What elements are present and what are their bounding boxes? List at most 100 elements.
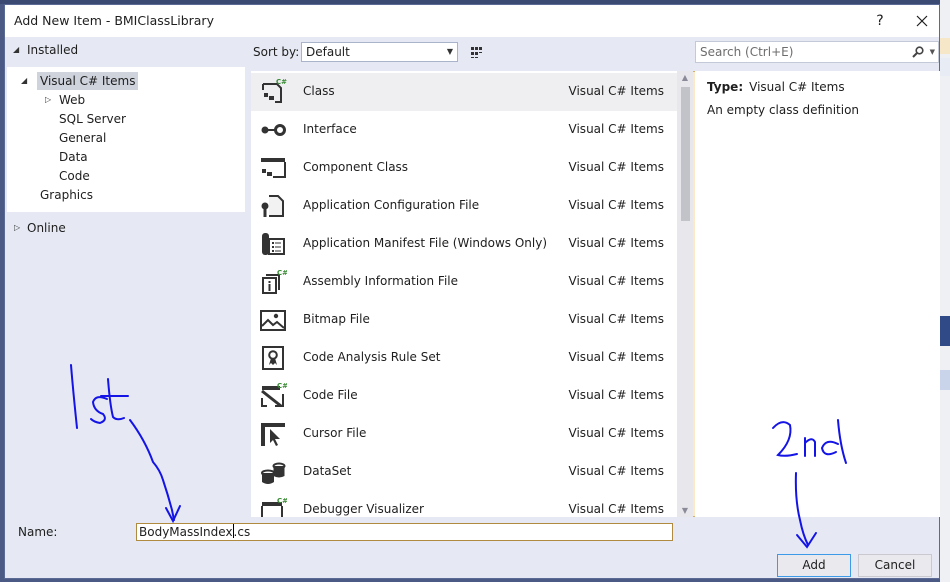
template-category: Visual C# Items	[568, 426, 664, 440]
tree-node-label: Data	[59, 150, 88, 164]
tree-node-label: Graphics	[40, 188, 93, 202]
template-category-tree: ◢ Installed ◢ Visual C# Items ▷ Web SQL …	[5, 37, 245, 511]
small-icons-view-button[interactable]	[466, 42, 487, 63]
template-row[interactable]: DataSet Visual C# Items	[251, 453, 677, 491]
expanded-triangle-icon: ◢	[13, 45, 20, 54]
tree-node-label: Web	[59, 93, 86, 107]
template-name: Interface	[303, 122, 357, 136]
sort-by-dropdown[interactable]: Default ▼	[301, 42, 458, 62]
template-name: Application Configuration File	[303, 198, 480, 212]
search-input[interactable]: Search (Ctrl+E) ▼	[695, 41, 939, 63]
template-category: Visual C# Items	[568, 464, 664, 478]
rule-set-icon	[259, 344, 287, 372]
tree-node-label: SQL Server	[59, 112, 126, 126]
template-details-pane: Type: Visual C# Items An empty class defi…	[695, 71, 940, 517]
template-row[interactable]: C# Assembly Information File Visual C# Ite…	[251, 263, 677, 301]
search-icon[interactable]	[912, 42, 924, 65]
close-button[interactable]	[909, 9, 935, 33]
template-category: Visual C# Items	[568, 388, 664, 402]
template-category: Visual C# Items	[568, 274, 664, 288]
template-category: Visual C# Items	[568, 312, 664, 326]
template-category: Visual C# Items	[568, 350, 664, 364]
template-name: Component Class	[303, 160, 409, 174]
tree-node-visual-csharp-items[interactable]: Visual C# Items	[37, 72, 139, 90]
scroll-up-icon[interactable]: ▲	[677, 73, 693, 82]
bitmap-icon	[259, 306, 287, 334]
template-category: Visual C# Items	[568, 236, 664, 250]
template-row[interactable]: C# Class Visual C# Items	[251, 73, 677, 111]
template-description: An empty class definition	[707, 103, 860, 117]
tree-installed-children: ◢ Visual C# Items ▷ Web SQL Server Gener…	[7, 67, 245, 212]
template-row[interactable]: Application Manifest File (Windows Only)…	[251, 225, 677, 263]
name-input[interactable]: BodyMassIndex.cs	[136, 523, 673, 541]
template-category: Visual C# Items	[568, 160, 664, 174]
cursor-file-icon	[259, 420, 287, 448]
tree-node-label: Code	[59, 169, 90, 183]
template-name: Debugger Visualizer	[303, 502, 424, 516]
type-label: Type:	[707, 80, 744, 94]
template-category: Visual C# Items	[568, 122, 664, 136]
template-name: Application Manifest File (Windows Only)	[303, 236, 548, 250]
scrollbar-thumb[interactable]	[681, 87, 690, 221]
code-file-icon: C#	[259, 382, 288, 410]
template-row[interactable]: C# Debugger Visualizer Visual C# Items	[251, 491, 677, 517]
template-category: Visual C# Items	[568, 502, 664, 516]
dataset-icon	[259, 458, 287, 486]
template-row[interactable]: Component Class Visual C# Items	[251, 149, 677, 187]
template-name: Cursor File	[303, 426, 367, 440]
template-name: Bitmap File	[303, 312, 370, 326]
dialog-title: Add New Item - BMIClassLibrary	[14, 13, 214, 28]
search-placeholder: Search (Ctrl+E)	[700, 45, 794, 59]
template-name: Class	[303, 84, 335, 98]
template-name: Code File	[303, 388, 358, 402]
template-list: C# Class Visual C# Items Interface Visual C#…	[251, 71, 693, 517]
debugger-visualizer-icon: C#	[259, 496, 288, 517]
collapsed-triangle-icon[interactable]: ▷	[45, 95, 51, 104]
template-row[interactable]: Application Configuration File Visual C# …	[251, 187, 677, 225]
tree-node-sql-server[interactable]: SQL Server	[56, 110, 129, 128]
template-row[interactable]: Code Analysis Rule Set Visual C# Items	[251, 339, 677, 377]
cancel-button[interactable]: Cancel	[858, 554, 932, 577]
scroll-down-icon[interactable]: ▼	[677, 506, 693, 515]
title-bar: Add New Item - BMIClassLibrary ?	[5, 5, 939, 37]
svg-text:C#: C#	[277, 382, 287, 390]
template-name: Assembly Information File	[303, 274, 459, 288]
tree-node-code[interactable]: Code	[56, 167, 93, 185]
component-class-icon	[259, 154, 287, 182]
config-file-icon	[259, 192, 287, 220]
close-icon	[916, 15, 928, 27]
chevron-down-icon: ▼	[446, 47, 453, 56]
template-category: Visual C# Items	[568, 198, 664, 212]
template-row[interactable]: Bitmap File Visual C# Items	[251, 301, 677, 339]
template-name: DataSet	[303, 464, 352, 478]
tree-node-online[interactable]: ▷ Online	[5, 215, 245, 241]
svg-text:C#: C#	[277, 497, 287, 505]
add-button[interactable]: Add	[777, 554, 851, 577]
expanded-triangle-icon: ◢	[21, 76, 28, 85]
template-name: Code Analysis Rule Set	[303, 350, 441, 364]
svg-text:C#: C#	[277, 269, 287, 277]
chevron-down-icon[interactable]: ▼	[930, 42, 935, 62]
tree-node-label: General	[59, 131, 107, 145]
name-label: Name:	[18, 525, 58, 539]
tree-node-web[interactable]: Web	[56, 91, 88, 109]
template-row[interactable]: Interface Visual C# Items	[251, 111, 677, 149]
tree-node-label: Installed	[27, 43, 79, 57]
tree-node-data[interactable]: Data	[56, 148, 91, 166]
tree-node-label: Online	[27, 221, 66, 235]
help-button[interactable]: ?	[867, 9, 893, 33]
template-category: Visual C# Items	[568, 84, 664, 98]
small-icons-icon	[471, 47, 482, 58]
template-row[interactable]: C# Code File Visual C# Items	[251, 377, 677, 415]
name-value-extension: .cs	[233, 525, 251, 539]
template-list-scrollbar[interactable]: ▲ ▼	[677, 71, 693, 517]
template-row[interactable]: Cursor File Visual C# Items	[251, 415, 677, 453]
type-value: Visual C# Items	[749, 80, 845, 94]
add-new-item-dialog: Add New Item - BMIClassLibrary ? ◢ Insta…	[4, 4, 940, 579]
tree-node-installed[interactable]: ◢ Installed	[5, 37, 245, 63]
tree-node-graphics[interactable]: Graphics	[37, 186, 96, 204]
class-icon: C#	[259, 78, 287, 106]
tree-node-general[interactable]: General	[56, 129, 109, 147]
background-window-edge	[940, 0, 950, 582]
sort-by-label: Sort by:	[253, 45, 300, 59]
